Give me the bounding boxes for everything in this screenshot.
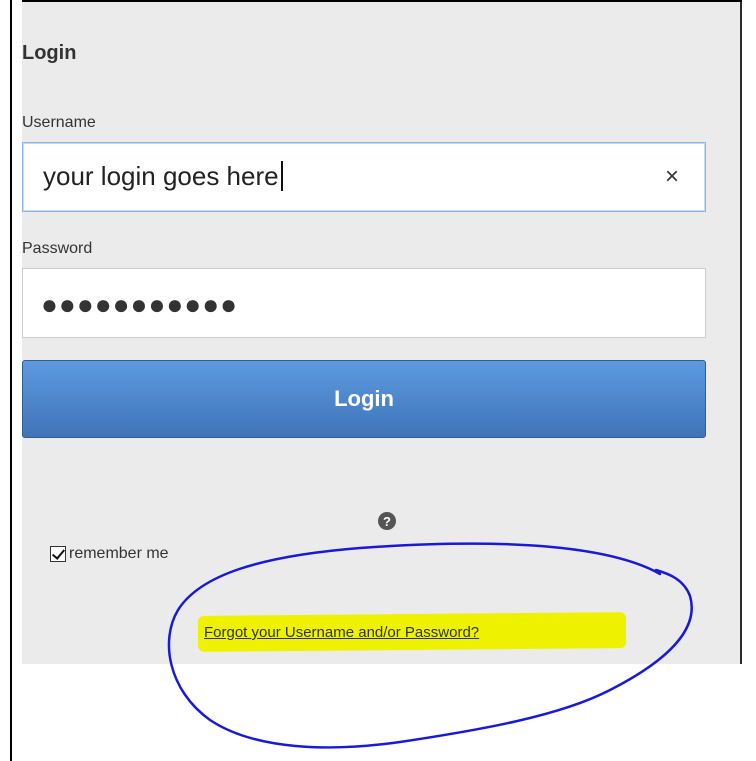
panel-top-border: [22, 0, 742, 2]
help-icon[interactable]: ?: [378, 512, 396, 530]
remember-me-label: remember me: [69, 545, 169, 562]
screenshot-frame: Login Username your login goes here × Pa…: [0, 0, 756, 761]
username-label: Username: [22, 114, 96, 131]
password-masked-value: ●●●●●●●●●●●: [41, 289, 239, 320]
username-value: your login goes here: [43, 161, 283, 192]
password-label: Password: [22, 240, 93, 257]
text-caret: [280, 161, 283, 191]
login-button[interactable]: Login: [22, 360, 706, 438]
username-input[interactable]: your login goes here ×: [22, 142, 706, 212]
forgot-credentials-link[interactable]: Forgot your Username and/or Password?: [204, 624, 479, 641]
left-border: [10, 0, 12, 761]
remember-me[interactable]: remember me: [50, 545, 169, 563]
clear-icon[interactable]: ×: [665, 163, 679, 191]
login-title: Login: [22, 42, 77, 64]
remember-me-checkbox[interactable]: [50, 546, 66, 562]
password-input[interactable]: ●●●●●●●●●●●: [22, 268, 706, 338]
